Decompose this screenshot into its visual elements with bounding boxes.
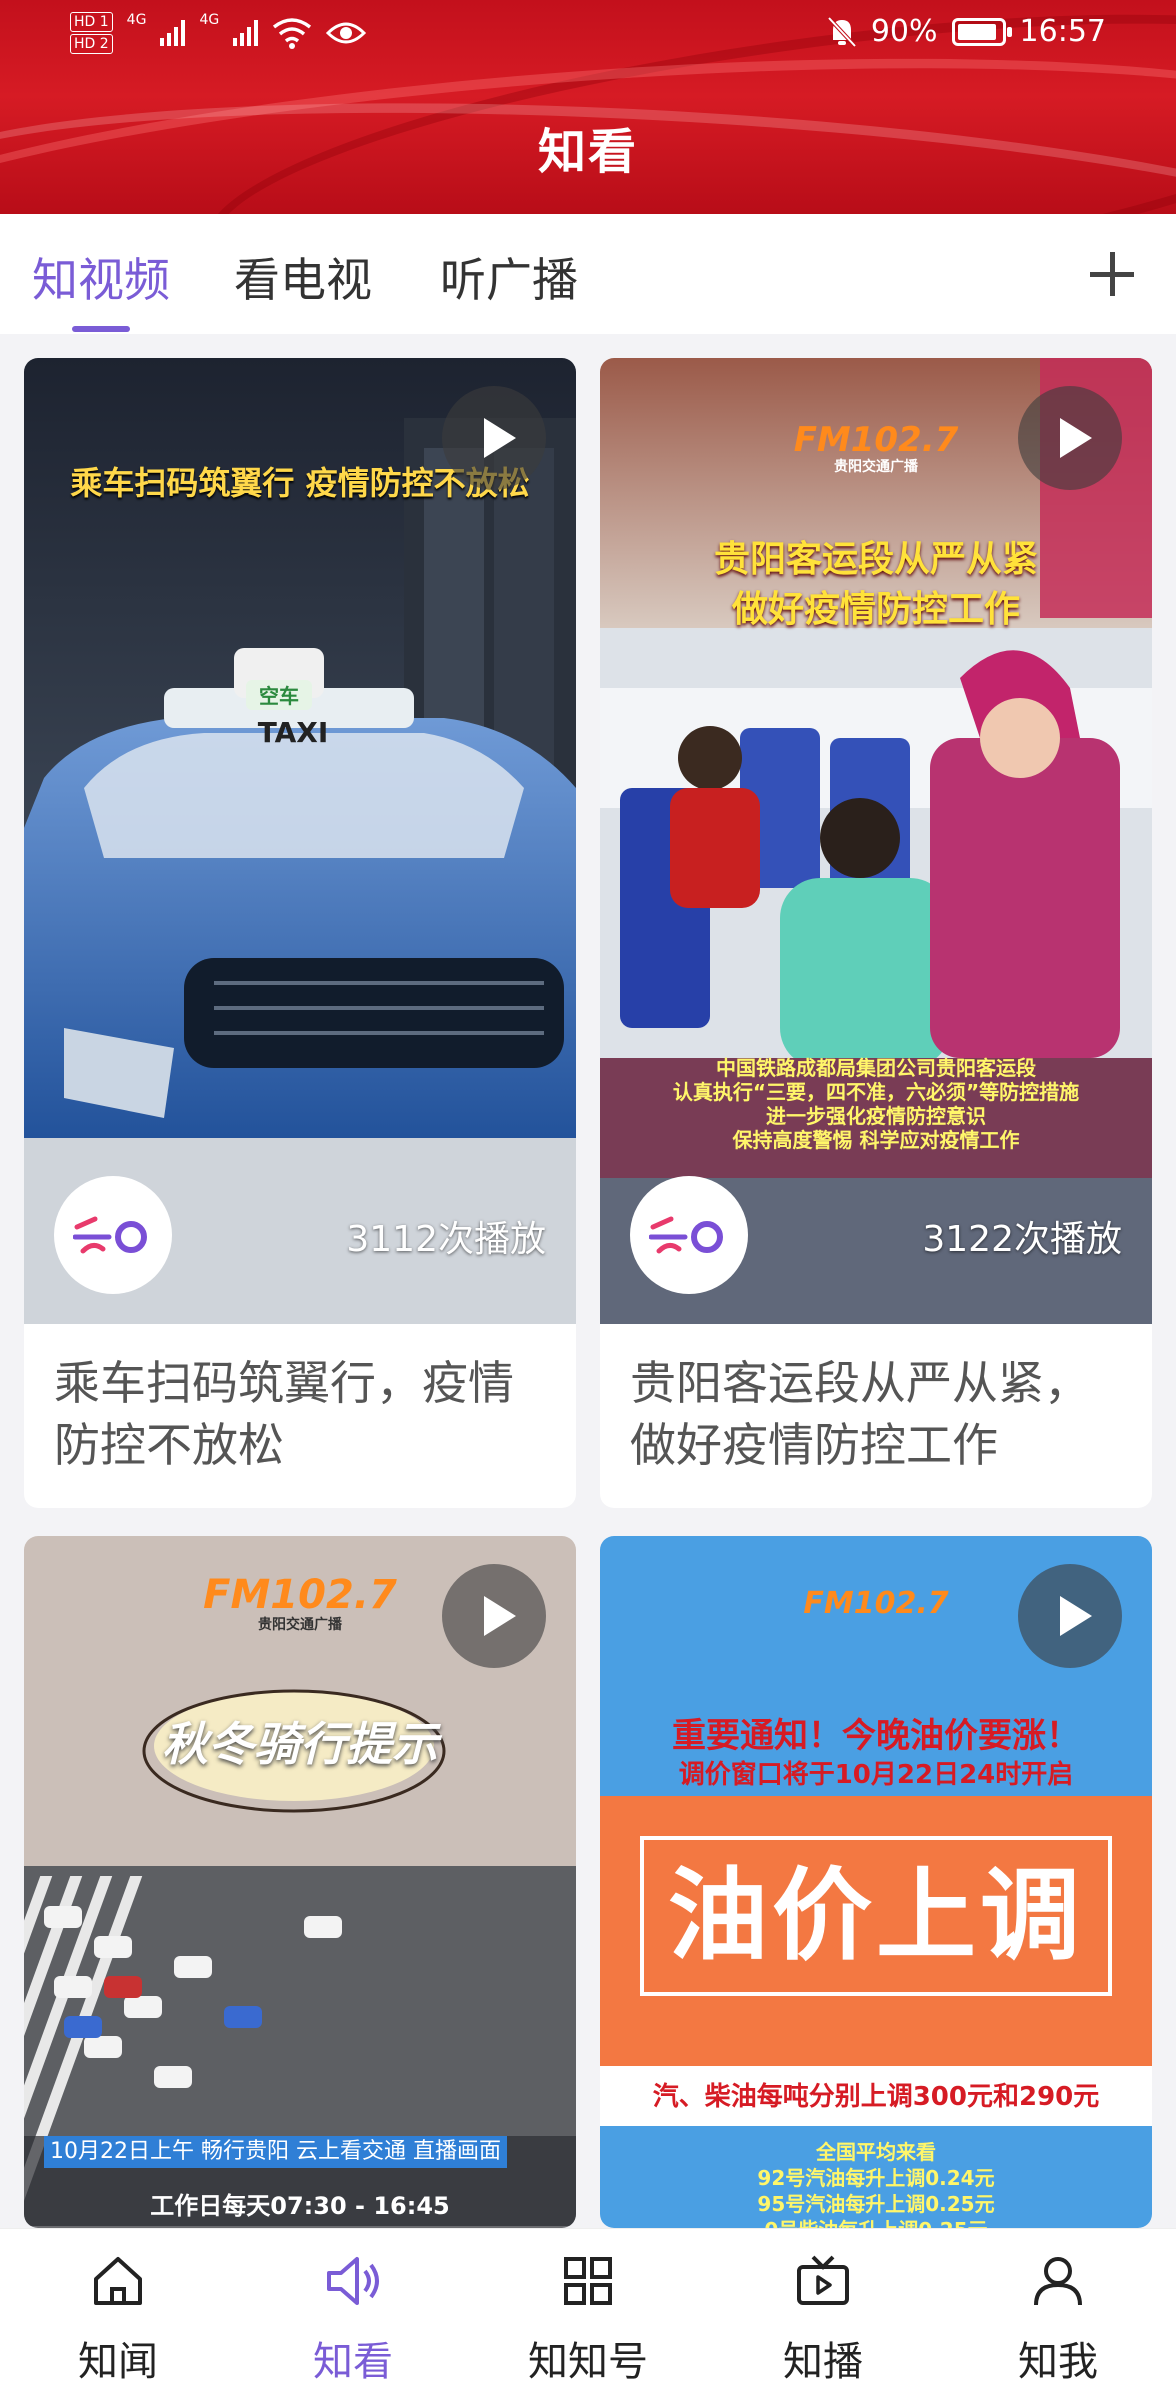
play-count: 3112次播放 (346, 1219, 546, 1260)
bottom-navigation: 知闻 知看 知知号 知播 知我 (0, 2228, 1176, 2400)
battery-percent: 90% (870, 14, 938, 49)
signal-icon (160, 20, 186, 46)
thumbnail-caption: 10月22日上午 畅行贵阳 云上看交通 直播画面 (44, 2136, 507, 2168)
wifi-icon (273, 18, 312, 49)
play-button[interactable] (1018, 1564, 1122, 1668)
network-label-2: 4G (199, 12, 220, 28)
zhi-logo-icon (649, 1216, 723, 1254)
video-card[interactable]: FM102.7 重要通知！今晚油价要涨！ 调价窗口将于10月22日24时开启 油… (600, 1536, 1152, 2228)
status-left: HD 1 HD 2 4G 4G (70, 12, 367, 54)
status-right: 90% 16:57 (827, 14, 1106, 49)
sim1-tag: HD 1 (70, 12, 113, 32)
video-thumbnail[interactable]: TAXI 空车 乘车扫码筑翼行 疫情防控不放松 3112次播放 (24, 358, 576, 1324)
thumbnail-average-line-3: 0号柴油每升上调0.25元 (600, 2214, 1152, 2228)
tv-play-icon (793, 2251, 853, 2311)
mute-bell-icon (827, 16, 857, 47)
clock: 16:57 (1019, 14, 1106, 49)
nav-item-zhiwo[interactable]: 知我 (978, 2251, 1138, 2387)
add-channel-button[interactable] (1084, 246, 1140, 302)
fm-logo-text: FM102.7 (203, 1572, 397, 1618)
video-card[interactable]: TAXI 空车 乘车扫码筑翼行 疫情防控不放松 3112次播放 乘车扫码筑翼行，… (24, 358, 576, 1508)
thumbnail-overlay-title-line2: 做好疫情防控工作 (731, 589, 1020, 630)
nav-item-zhibo[interactable]: 知播 (743, 2251, 903, 2387)
user-icon (1028, 2251, 1088, 2311)
nav-label: 知闻 (78, 2339, 158, 2385)
active-tab-indicator (72, 326, 130, 332)
app-header: HD 1 HD 2 4G 4G 90% 16:57 知看 (0, 0, 1176, 214)
speaker-icon (323, 2251, 383, 2311)
tab-watch-tv[interactable]: 看电视 (234, 244, 372, 310)
video-thumbnail[interactable]: FM102.7 贵阳交通广播 贵阳客运段从严从紧 做好疫情防控工作 中国铁路成都… (600, 358, 1152, 1324)
thumbnail-average-title: 全国平均来看 (816, 2140, 936, 2164)
video-card[interactable]: FM102.7 贵阳交通广播 贵阳客运段从严从紧 做好疫情防控工作 中国铁路成都… (600, 358, 1152, 1508)
page-title: 知看 (537, 124, 638, 180)
source-logo (630, 1176, 748, 1294)
nav-item-zhizhihao[interactable]: 知知号 (508, 2251, 668, 2387)
fm-logo-text: FM102.7 (793, 420, 959, 460)
thumbnail-big-text: 油价上调 (640, 1836, 1112, 1996)
taxi-sign: TAXI (257, 716, 329, 749)
home-icon (88, 2251, 148, 2311)
nav-label: 知播 (783, 2339, 863, 2385)
play-button[interactable] (1018, 386, 1122, 490)
thumbnail-headline-2: 调价窗口将于10月22日24时开启 (678, 1760, 1074, 1790)
battery-icon (951, 17, 1012, 46)
video-title[interactable]: 乘车扫码筑翼行，疫情防控不放松 (24, 1324, 576, 1508)
play-count: 3122次播放 (922, 1219, 1122, 1260)
thumbnail-caption-4: 保持高度警惕 科学应对疫情工作 (732, 1128, 1020, 1152)
tab-listen-radio[interactable]: 听广播 (440, 244, 578, 310)
thumbnail-caption-1: 中国铁路成都局集团公司贵阳客运段 (716, 1056, 1036, 1080)
video-card[interactable]: FM102.7 贵阳交通广播 秋冬骑行提示 10月22日上午 畅行贵阳 云上看交… (24, 1536, 576, 2228)
thumbnail-overlay-title-line1: 贵阳客运段从严从紧 (713, 539, 1038, 580)
video-title[interactable]: 贵阳客运段从严从紧，做好疫情防控工作 (600, 1324, 1152, 1508)
nav-label: 知我 (1018, 2339, 1098, 2385)
grid-icon (558, 2251, 618, 2311)
play-button[interactable] (442, 386, 546, 490)
source-logo (54, 1176, 172, 1294)
sim2-tag: HD 2 (70, 34, 113, 54)
thumbnail-bottom-text: 工作日每天07:30 - 16:45 (150, 2192, 450, 2220)
nav-label: 知看 (313, 2339, 393, 2385)
play-button[interactable] (442, 1564, 546, 1668)
signal-icon (233, 20, 259, 46)
eye-icon (326, 22, 367, 44)
nav-item-zhikan[interactable]: 知看 (273, 2251, 433, 2387)
nav-item-zhiwen[interactable]: 知闻 (38, 2251, 198, 2387)
sim-indicators: HD 1 HD 2 (70, 12, 113, 54)
thumbnail-caption-3: 进一步强化疫情防控意识 (766, 1104, 986, 1128)
thumbnail-average-line-1: 92号汽油每升上调0.24元 (757, 2166, 995, 2190)
battery-fill (957, 23, 996, 40)
video-thumbnail[interactable]: FM102.7 贵阳交通广播 秋冬骑行提示 10月22日上午 畅行贵阳 云上看交… (24, 1536, 576, 2228)
zhi-logo-icon (73, 1216, 147, 1254)
channel-tabs: 知视频 看电视 听广播 (0, 214, 1176, 334)
video-thumbnail[interactable]: FM102.7 重要通知！今晚油价要涨！ 调价窗口将于10月22日24时开启 油… (600, 1536, 1152, 2228)
tab-zhi-video[interactable]: 知视频 (32, 244, 170, 310)
thumbnail-sub-text: 汽、柴油每吨分别上调300元和290元 (652, 2082, 1100, 2112)
thumbnail-caption-2: 认真执行“三要，四不准，六必须”等防控措施 (672, 1080, 1080, 1104)
thumbnail-average-line-2: 95号汽油每升上调0.25元 (757, 2192, 995, 2216)
network-label-1: 4G (126, 12, 147, 28)
thumbnail-headline-1: 重要通知！今晚油价要涨！ (672, 1716, 1080, 1756)
taxi-vacant-tag: 空车 (246, 680, 312, 710)
status-bar: HD 1 HD 2 4G 4G 90% 16:57 (0, 0, 1176, 70)
nav-label: 知知号 (528, 2339, 648, 2385)
thumbnail-overlay-title: 秋冬骑行提示 (162, 1717, 438, 1771)
